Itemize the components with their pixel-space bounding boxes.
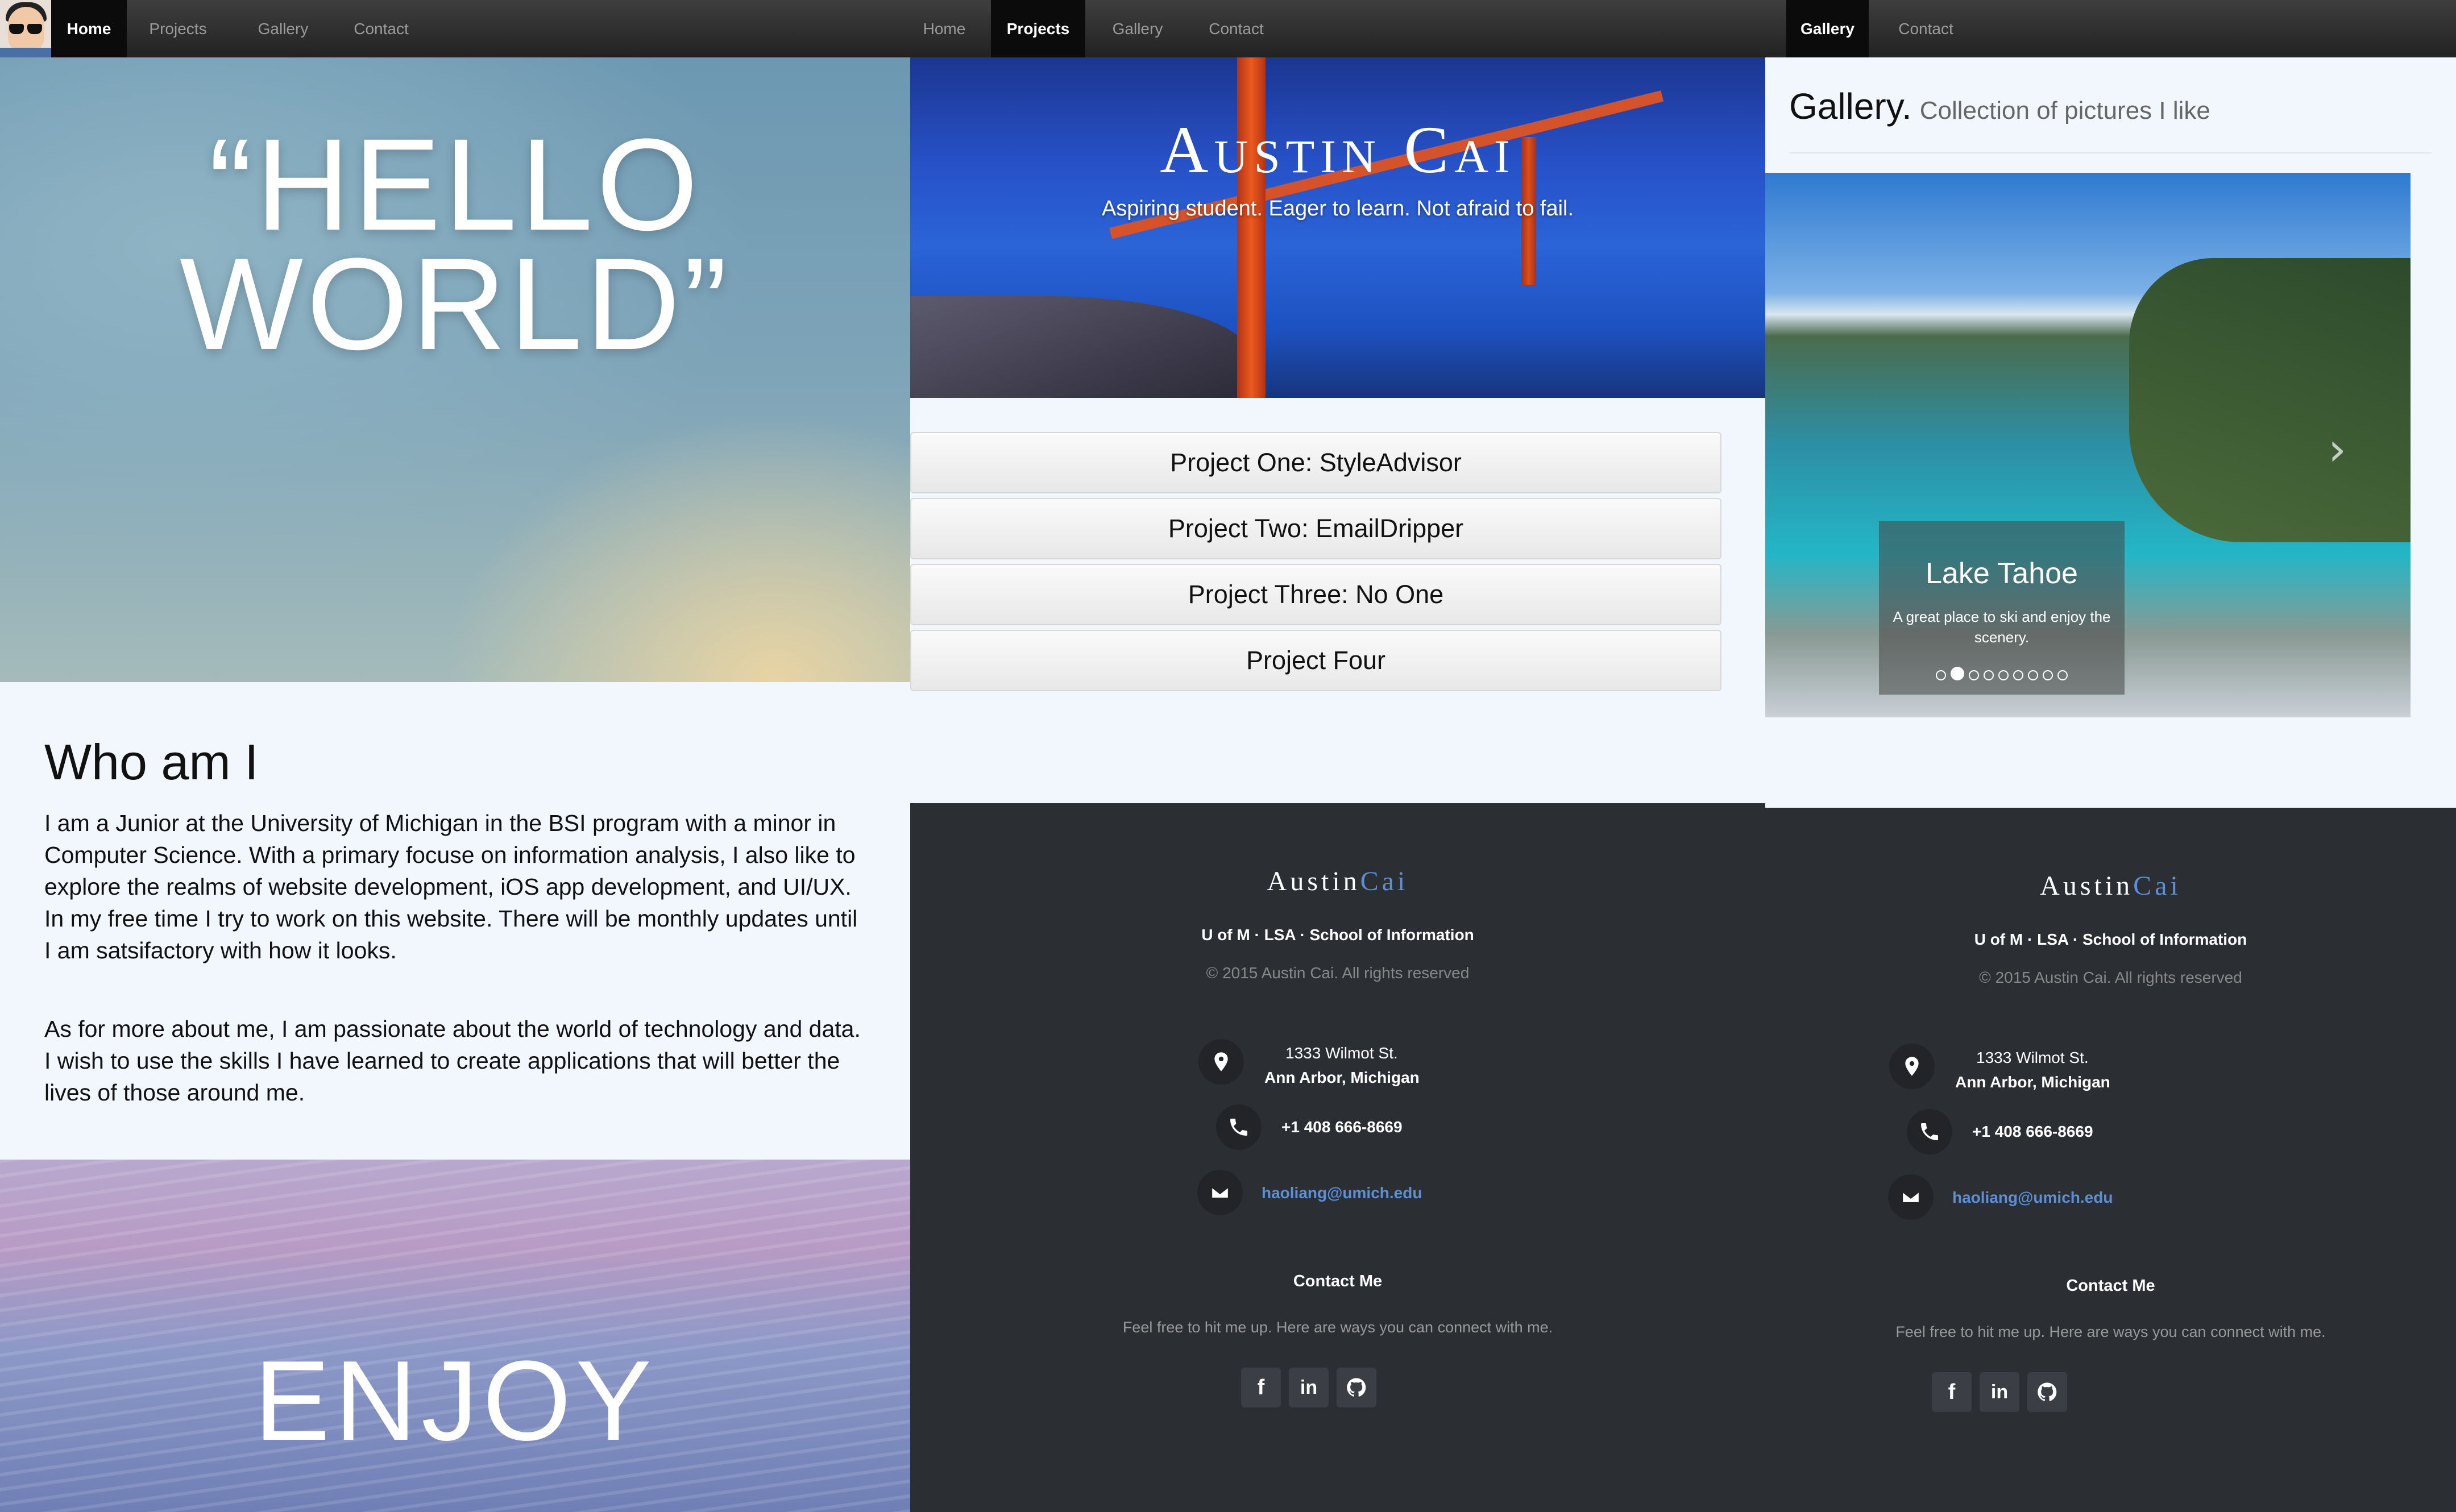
golden-gate-banner: Austin Cai Aspiring student. Eager to le… <box>910 57 1765 398</box>
nav-gallery[interactable]: Gallery <box>229 0 337 57</box>
nav-gallery[interactable]: Gallery <box>1095 0 1180 57</box>
github-icon[interactable] <box>2027 1372 2067 1412</box>
nav-home[interactable]: Home <box>51 0 127 57</box>
carousel-dot[interactable] <box>1998 670 2009 680</box>
facebook-icon[interactable]: f <box>1932 1372 1972 1412</box>
nav-projects[interactable]: Projects <box>127 0 229 57</box>
address-line-1: 1333 Wilmot St. <box>1285 1044 1398 1062</box>
phone-icon <box>1907 1109 1952 1154</box>
nav-home[interactable]: Home <box>910 0 978 57</box>
project-button-2[interactable]: Project Two: EmailDripper <box>910 498 1721 559</box>
carousel-dot[interactable] <box>1951 667 1964 680</box>
footer-copyright: © 2015 Austin Cai. All rights reserved <box>1206 964 1470 982</box>
project-button-4[interactable]: Project Four <box>910 630 1721 691</box>
footer-copyright: © 2015 Austin Cai. All rights reserved <box>1979 969 2242 986</box>
carousel-caption: Lake Tahoe A great place to ski and enjo… <box>1879 521 2125 695</box>
linkedin-icon[interactable]: in <box>1289 1368 1329 1407</box>
linkedin-icon[interactable]: in <box>1980 1372 2019 1412</box>
footer: AustinCai U of M · LSA · School of Infor… <box>1765 808 2456 1512</box>
caption-text: A great place to ski and enjoy the scene… <box>1893 608 2111 646</box>
email-link[interactable]: haoliang@umich.edu <box>1952 1189 2113 1207</box>
footer-brand-last: Cai <box>1360 866 1409 896</box>
nav-contact[interactable]: Contact <box>337 0 425 57</box>
address-line-2: Ann Arbor, Michigan <box>1264 1069 1420 1086</box>
footer-brand: AustinCai <box>1765 870 2456 902</box>
carousel-dot[interactable] <box>2013 670 2023 680</box>
phone-icon <box>1216 1104 1262 1150</box>
image-carousel[interactable]: › Lake Tahoe A great place to ski and en… <box>1765 173 2411 717</box>
navbar: Gallery Contact <box>1765 0 2456 57</box>
project-button-1[interactable]: Project One: StyleAdvisor <box>910 432 1721 493</box>
footer-brand-last: Cai <box>2133 871 2181 901</box>
about-paragraph-2: As for more about me, I am passionate ab… <box>44 1016 861 1106</box>
nav-projects[interactable]: Projects <box>991 0 1085 57</box>
contact-description: Feel free to hit me up. Here are ways yo… <box>1895 1323 2326 1340</box>
gallery-subtitle: Collection of pictures I like <box>1919 97 2210 124</box>
caption-title: Lake Tahoe <box>1926 557 2078 590</box>
divider <box>1789 152 2432 153</box>
footer-brand: AustinCai <box>910 866 1765 897</box>
chevron-right-icon[interactable]: › <box>2328 423 2346 476</box>
email-link[interactable]: haoliang@umich.edu <box>1262 1184 1422 1202</box>
phone-number: +1 408 666-8669 <box>1281 1118 1403 1136</box>
avatar[interactable] <box>0 0 51 57</box>
home-page-panel: “HELLO WORLD” Who am I I am a Junior at … <box>0 0 910 1512</box>
gallery-heading: Gallery. Collection of pictures I like <box>1789 85 2210 127</box>
navbar: Home Projects Gallery Contact <box>0 0 910 57</box>
nav-gallery[interactable]: Gallery <box>1786 0 1869 57</box>
nav-contact[interactable]: Contact <box>1192 0 1280 57</box>
footer-school: U of M · LSA · School of Information <box>1201 926 1474 944</box>
gallery-title: Gallery. <box>1789 86 1912 127</box>
carousel-dot[interactable] <box>2028 670 2038 680</box>
contact-title: Contact Me <box>2066 1277 2155 1295</box>
about-paragraph-1: I am a Junior at the University of Michi… <box>44 810 858 963</box>
address-line-2: Ann Arbor, Michigan <box>1955 1073 2110 1091</box>
map-marker-icon <box>1198 1039 1244 1085</box>
footer-school: U of M · LSA · School of Information <box>1974 931 2247 948</box>
about-section: Who am I I am a Junior at the University… <box>44 733 869 1108</box>
carousel-dot[interactable] <box>1969 670 1979 680</box>
nav-contact[interactable]: Contact <box>1879 0 1973 57</box>
hero-hello-world: “HELLO WORLD” <box>180 111 731 377</box>
projects-page-panel: Austin Cai Aspiring student. Eager to le… <box>910 0 1765 1512</box>
project-button-3[interactable]: Project Three: No One <box>910 564 1721 625</box>
gallery-page-panel: Gallery. Collection of pictures I like › … <box>1765 0 2456 1512</box>
footer-brand-first: Austin <box>1267 866 1360 896</box>
footer: AustinCai U of M · LSA · School of Infor… <box>910 803 1765 1512</box>
address-line-1: 1333 Wilmot St. <box>1976 1049 2089 1066</box>
navbar: Home Projects Gallery Contact <box>910 0 1765 57</box>
envelope-icon <box>1197 1170 1243 1215</box>
carousel-dot[interactable] <box>1936 670 1946 680</box>
carousel-dot[interactable] <box>2057 670 2068 680</box>
contact-description: Feel free to hit me up. Here are ways yo… <box>1122 1319 1553 1336</box>
banner-title: Austin Cai <box>1160 113 1516 187</box>
phone-number: +1 408 666-8669 <box>1972 1123 2093 1140</box>
footer-brand-first: Austin <box>2040 871 2134 901</box>
carousel-dot[interactable] <box>2043 670 2053 680</box>
envelope-icon <box>1888 1174 1934 1220</box>
banner-subtitle: Aspiring student. Eager to learn. Not af… <box>1101 197 1574 221</box>
facebook-icon[interactable]: f <box>1241 1368 1281 1407</box>
contact-title: Contact Me <box>1293 1272 1383 1290</box>
carousel-indicators <box>1879 667 2125 683</box>
carousel-dot[interactable] <box>1984 670 1994 680</box>
github-icon[interactable] <box>1337 1368 1376 1407</box>
about-title: Who am I <box>44 734 259 790</box>
enjoy-text: ENJOY <box>254 1337 656 1464</box>
map-marker-icon <box>1889 1044 1935 1089</box>
